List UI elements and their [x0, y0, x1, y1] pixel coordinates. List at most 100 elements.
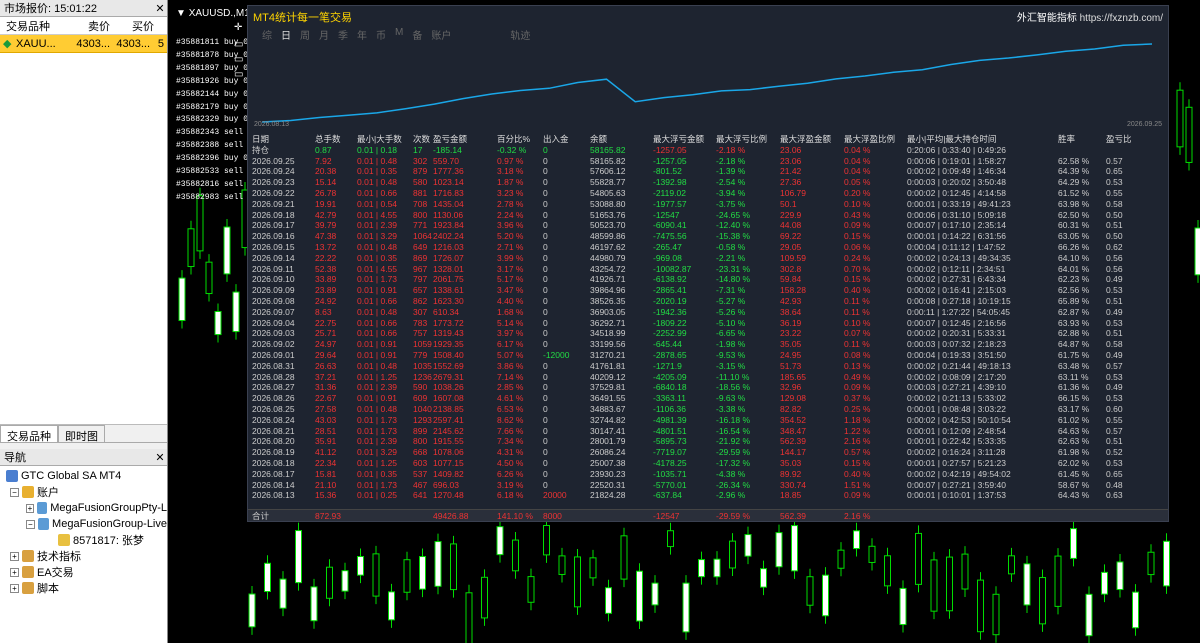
- table-cell: 0:00:06 | 0:19:01 | 1:58:27: [907, 155, 1006, 166]
- tree-ea[interactable]: + EA交易: [0, 564, 167, 580]
- tree-indicators[interactable]: + 技术指标: [0, 548, 167, 564]
- table-cell: 0.49: [1106, 382, 1123, 393]
- table-cell: 0.01 | 0.48: [357, 403, 398, 414]
- table-cell: 20.38: [315, 166, 337, 177]
- table-cell: 0: [543, 382, 548, 393]
- table-cell: 63.11 %: [1058, 371, 1089, 382]
- col-symbol[interactable]: 交易品种: [0, 18, 66, 34]
- table-cell: 0.01 | 0.48: [357, 241, 398, 252]
- table-cell: -2865.41: [653, 285, 687, 296]
- table-cell: 899: [413, 425, 428, 436]
- table-cell: 34883.67: [590, 403, 626, 414]
- table-cell: 0.53: [1106, 457, 1123, 468]
- table-cell: 0:00:06 | 0:31:10 | 5:09:18: [907, 209, 1006, 220]
- table-cell: 0: [543, 403, 548, 414]
- collapse-icon[interactable]: −: [26, 519, 35, 529]
- close-icon[interactable]: ✕: [153, 2, 167, 15]
- table-cell: -2.18 %: [716, 144, 746, 155]
- tree-server-2[interactable]: − MegaFusionGroup-Live: [0, 516, 167, 532]
- table-cell: 2026.09.14: [252, 252, 295, 263]
- market-watch-tabs: 交易品种 即时图: [0, 425, 167, 443]
- table-cell: 129.08: [780, 393, 806, 404]
- candle: [992, 586, 1000, 643]
- table-cell: 0:00:07 | 0:27:21 | 3:59:40: [907, 479, 1006, 490]
- table-cell: 63.93 %: [1058, 317, 1090, 328]
- table-cell: -1977.57: [653, 198, 687, 209]
- table-cell: -12547: [653, 511, 680, 521]
- table-cell: 0.20 %: [844, 187, 871, 198]
- table-cell: 0:00:11 | 1:27:22 | 54:05:45: [907, 306, 1011, 317]
- table-cell: 58165.82: [590, 144, 626, 155]
- table-cell: 0: [543, 252, 548, 263]
- candle: [1023, 555, 1031, 613]
- tree-scripts[interactable]: + 脚本: [0, 580, 167, 596]
- brand-link[interactable]: 外汇智能指标 https://fxznzb.com/: [1017, 9, 1163, 24]
- text-icon[interactable]: ▭: [234, 69, 246, 80]
- tree-account[interactable]: 8571817: 张梦: [0, 532, 167, 548]
- table-cell: 0.25 %: [844, 403, 871, 414]
- col-ask[interactable]: 买价: [110, 18, 154, 34]
- table-cell: -3.94 %: [716, 187, 746, 198]
- tree-terminal[interactable]: GTC Global SA MT4: [0, 468, 167, 484]
- collapse-icon[interactable]: −: [10, 487, 19, 497]
- table-cell: 797: [413, 274, 428, 285]
- table-cell: 胜率: [1058, 134, 1076, 144]
- table-cell: -5.10 %: [716, 317, 746, 328]
- table-cell: 1623.30: [433, 295, 464, 306]
- table-cell: 27.58: [315, 403, 337, 414]
- table-cell: 0:00:02 | 0:08:09 | 2:17:20: [907, 371, 1006, 382]
- table-row: 2026.09.24 20.38 0.01 | 0.35 879 1777.36 3.18…: [252, 166, 1168, 177]
- table-cell: 0.01 | 0.35: [357, 166, 398, 177]
- candle: [977, 572, 984, 640]
- close-icon[interactable]: ✕: [153, 451, 167, 464]
- table-cell: 2679.31: [433, 371, 464, 382]
- table-cell: 4.40 %: [497, 295, 524, 306]
- table-cell: 0:00:07 | 0:12:45 | 2:16:56: [907, 317, 1006, 328]
- col-bid[interactable]: 卖价: [66, 18, 110, 34]
- table-cell: 22520.31: [590, 479, 626, 490]
- table-cell: 24.97: [315, 339, 337, 350]
- table-cell: 82.82: [780, 403, 802, 414]
- expand-icon[interactable]: +: [10, 583, 19, 593]
- tree-server-1[interactable]: + MegaFusionGroupPty-L: [0, 500, 167, 516]
- table-cell: 34518.99: [590, 328, 626, 339]
- table-cell: 0.01 | 3.29: [357, 231, 398, 242]
- expand-icon[interactable]: +: [10, 551, 19, 561]
- table-cell: 0.51: [1106, 220, 1123, 231]
- table-row: 2026.08.19 41.12 0.01 | 3.29 668 1078.06 4.31…: [252, 447, 1168, 458]
- zoom-icon[interactable]: ▭: [234, 39, 246, 50]
- table-cell: 2026.09.08: [252, 295, 295, 306]
- table-cell: -29.59 %: [716, 511, 751, 521]
- table-cell: 3.19 %: [497, 479, 524, 490]
- table-cell: 持仓: [252, 144, 270, 155]
- expand-icon[interactable]: +: [10, 567, 19, 577]
- table-cell: 2.16 %: [844, 511, 871, 521]
- table-cell: -3.38 %: [716, 403, 746, 414]
- table-cell: 26.63: [315, 360, 337, 371]
- table-cell: 0.01 | 1.25: [357, 457, 398, 468]
- table-cell: -3363.11: [653, 393, 686, 404]
- table-row: 2026.08.20 35.91 0.01 | 2.39 800 1915.55 7.34…: [252, 436, 1168, 447]
- tree-accounts[interactable]: − 账户: [0, 484, 167, 500]
- table-row: 2026.08.26 22.67 0.01 | 0.91 609 1607.08 4.61…: [252, 393, 1168, 404]
- table-cell: 0:00:02 | 0:16:41 | 2:15:03: [907, 285, 1006, 296]
- table-cell: 562.39: [780, 511, 806, 521]
- table-cell: 0.04 %: [844, 166, 871, 177]
- line-icon[interactable]: ▭: [234, 54, 246, 65]
- table-cell: 18.85: [780, 490, 802, 501]
- market-watch-row[interactable]: ◆ XAUU... 4303... 4303... 5: [0, 35, 167, 53]
- table-cell: 0.15 %: [844, 231, 871, 242]
- tab-tick-chart[interactable]: 即时图: [58, 425, 105, 443]
- expand-icon[interactable]: +: [26, 503, 34, 513]
- candle: [667, 522, 674, 555]
- table-row: 持仓 0.87 0.01 | 0.18 17 -185.14 -0.32 % 0 58165.…: [252, 145, 1168, 156]
- table-cell: 2026.08.20: [252, 436, 295, 447]
- table-cell: 2026.09.03: [252, 328, 295, 339]
- table-row: 2026.09.08 24.92 0.01 | 0.66 862 1623.30 4.40…: [252, 296, 1168, 307]
- table-cell: -4178.25: [653, 457, 687, 468]
- folder-icon: [22, 566, 34, 578]
- tab-symbols[interactable]: 交易品种: [0, 425, 58, 443]
- crosshair-icon[interactable]: ✛: [234, 22, 246, 33]
- table-cell: -7475.56: [653, 231, 687, 242]
- table-cell: 696.03: [433, 479, 459, 490]
